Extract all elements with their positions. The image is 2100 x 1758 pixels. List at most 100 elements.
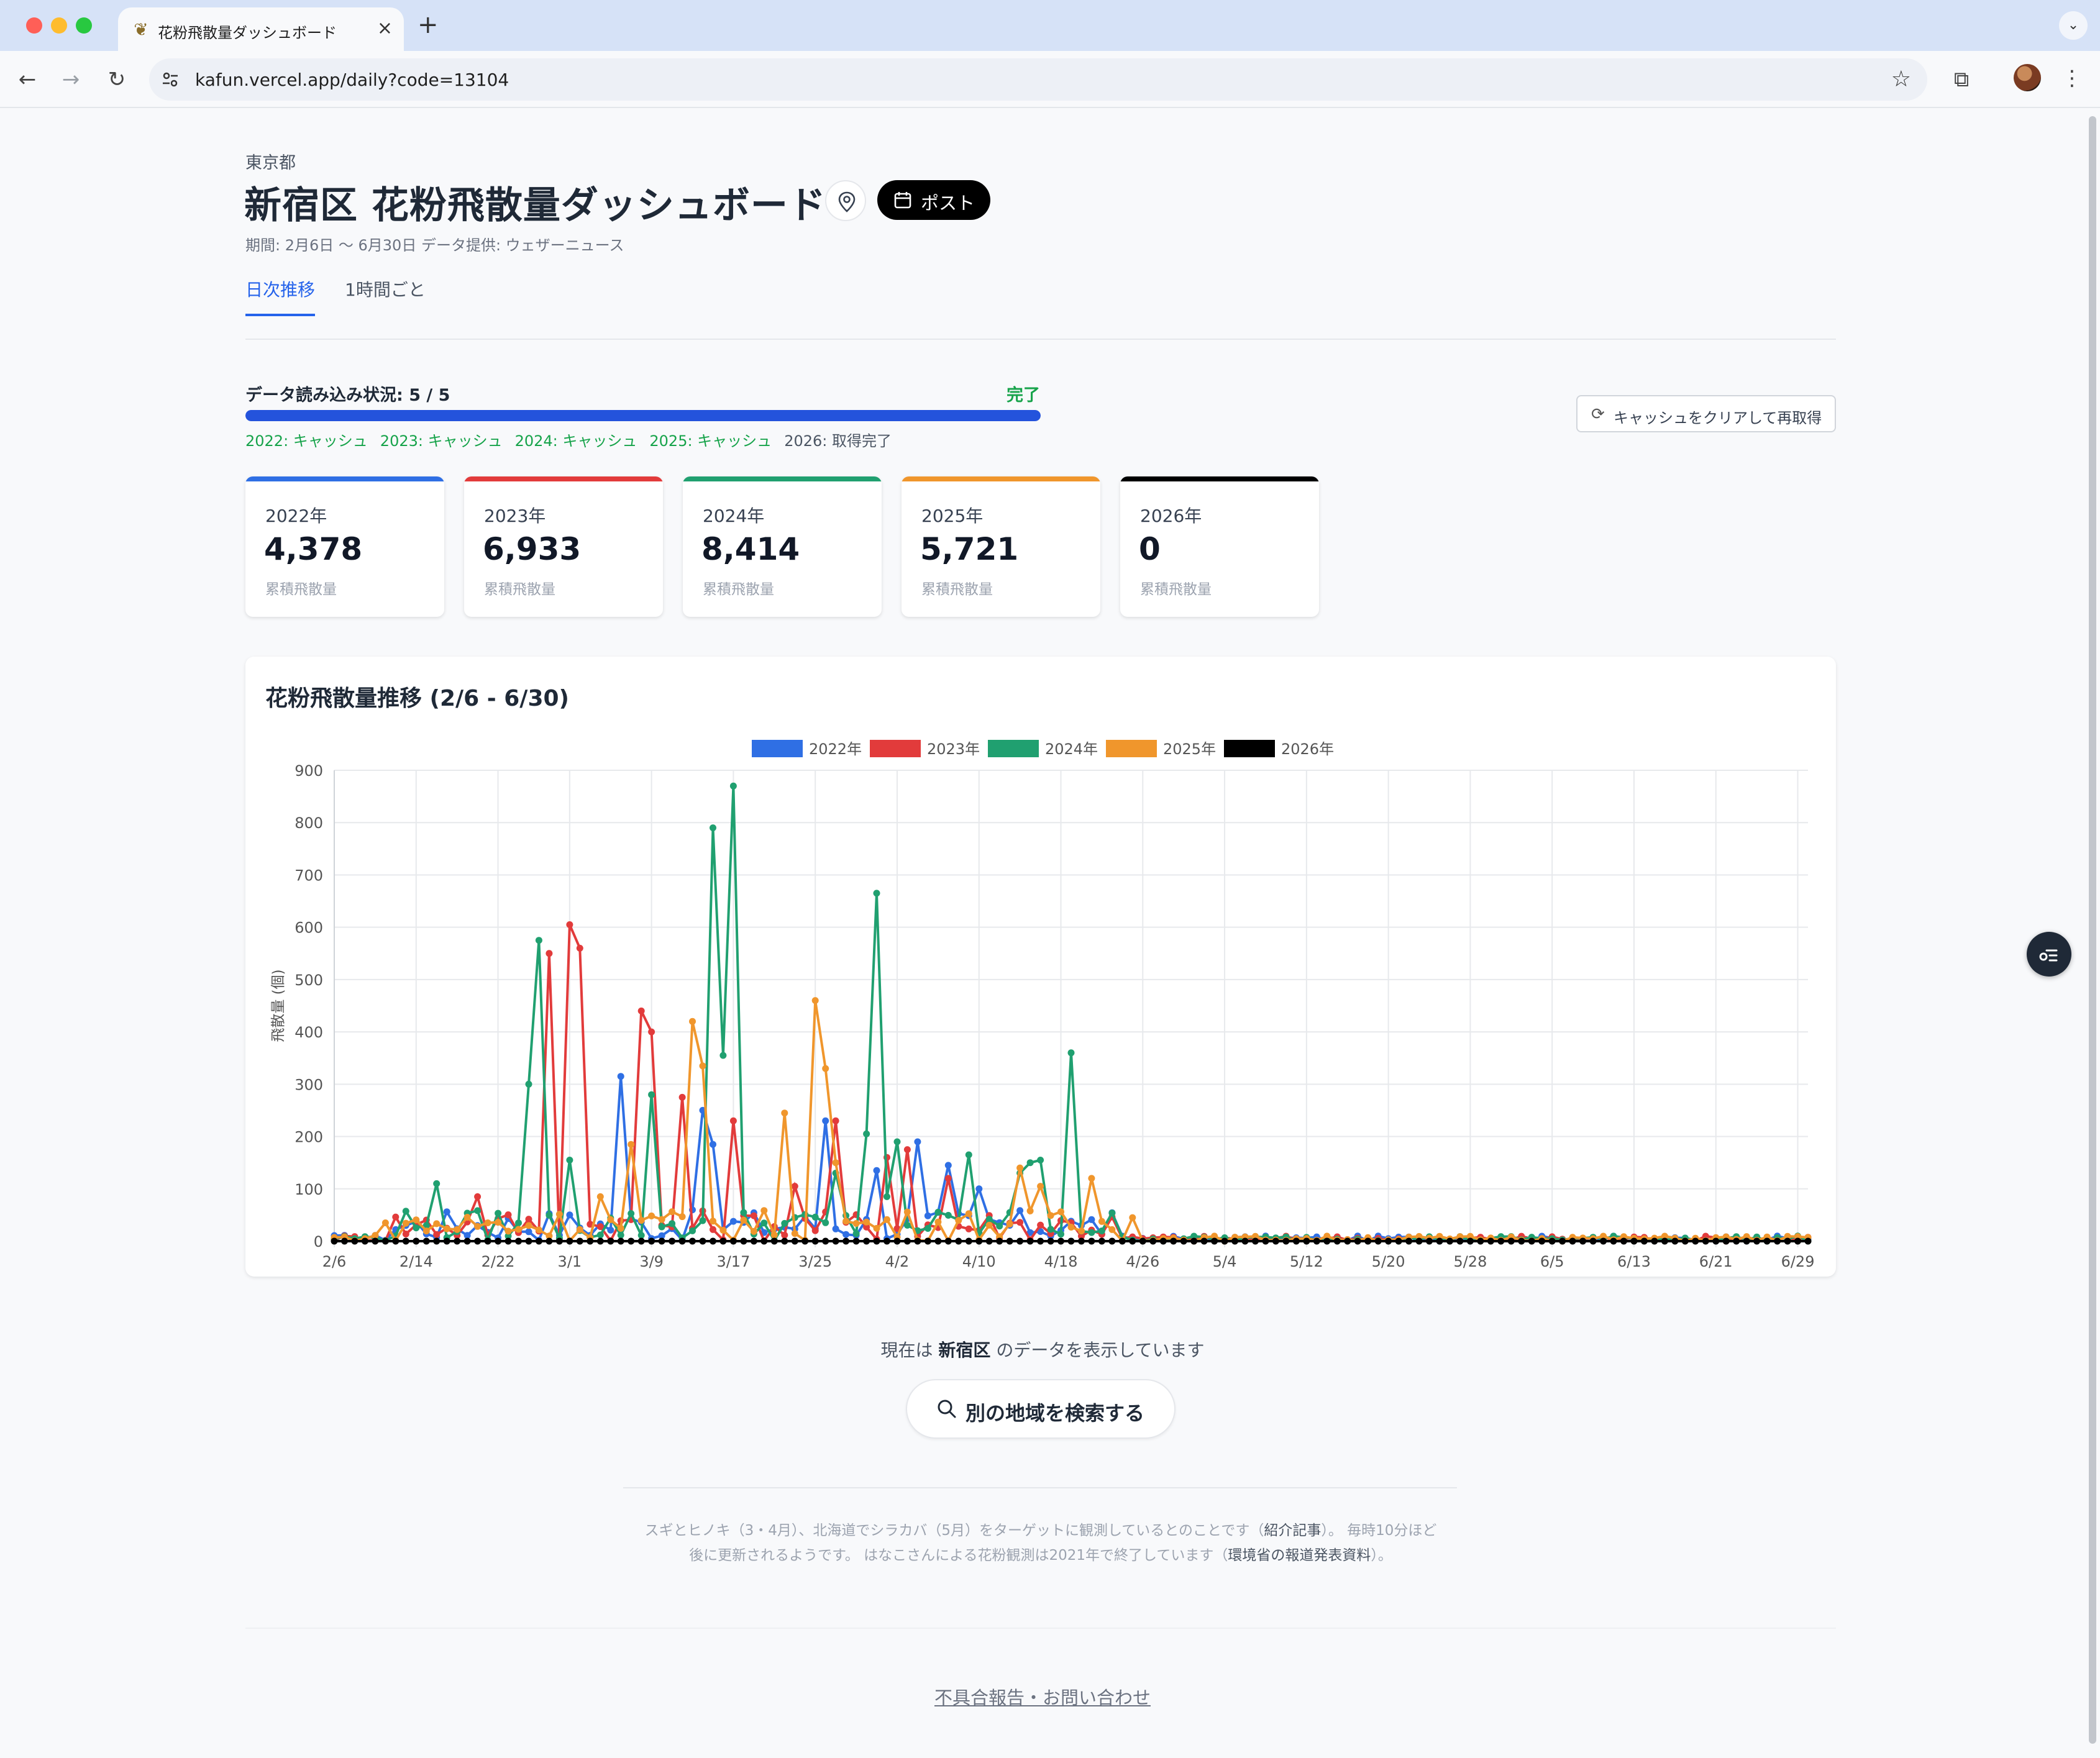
load-status-2024: 2024: キャッシュ [514,432,637,450]
data-point [1722,1237,1730,1245]
data-point [1282,1237,1290,1245]
data-point [607,1226,614,1234]
new-tab-button[interactable]: + [418,11,439,39]
data-point [965,1151,972,1159]
data-point [710,1226,716,1233]
data-point [883,1237,890,1245]
data-point [1466,1237,1474,1245]
data-point [1651,1237,1658,1245]
card-value: 8,414 [701,531,800,567]
card-accent-bar [245,476,444,481]
data-point [822,1237,829,1245]
close-icon[interactable]: × [377,17,393,40]
location-button[interactable] [825,180,866,221]
data-point [975,1185,983,1193]
data-point [822,1219,829,1226]
intro-article-link[interactable]: 紹介記事 [1264,1523,1321,1539]
tab-daily[interactable]: 日次推移 [245,276,316,316]
address-bar[interactable]: kafun.vercel.app/daily?code=13104 ☆ [149,58,1927,101]
data-point [883,1193,890,1200]
extensions-puzzle-icon[interactable]: ⧉ [1948,66,1975,93]
y-tick-label: 0 [314,1233,323,1250]
search-button-label: 別の地域を検索する [966,1401,1145,1425]
current-suffix: のデータを表示しています [990,1340,1205,1360]
data-point [648,1237,655,1245]
forward-arrow-icon[interactable]: → [57,66,84,93]
reload-icon[interactable]: ↻ [103,66,130,93]
data-point [710,1141,716,1148]
browser-toolbar: ← → ↻ kafun.vercel.app/daily?code=13104 … [0,51,2100,108]
card-accent-bar [902,476,1100,481]
card-accent-bar [464,476,663,481]
window-close-button[interactable] [26,17,42,34]
data-point [566,921,573,928]
data-point [1477,1237,1484,1245]
x-tick-label: 2/14 [399,1253,433,1270]
back-arrow-icon[interactable]: ← [14,66,41,93]
data-point [1006,1237,1013,1245]
data-point [422,1227,430,1235]
data-point [944,1175,952,1182]
view-tabs: 日次推移 1時間ごと [245,276,1836,340]
data-point [811,997,819,1004]
x-tick-label: 6/5 [1540,1253,1564,1270]
data-point [719,1052,727,1059]
data-point [903,1221,911,1229]
site-settings-icon[interactable] [160,70,180,89]
page-scrollbar[interactable] [2085,109,2100,1758]
data-point [873,890,880,897]
data-point [402,1219,409,1227]
search-other-area-button[interactable]: 別の地域を検索する [906,1379,1176,1439]
data-point [596,1231,604,1239]
data-point [791,1183,798,1190]
data-point [965,1210,972,1218]
tab-hourly[interactable]: 1時間ごと [345,276,426,301]
card-subtitle: 累積飛散量 [1140,581,1212,598]
data-point [1640,1237,1648,1245]
data-point [863,1130,870,1137]
menu-kebab-icon[interactable]: ⋮ [2061,65,2083,92]
data-point [658,1216,665,1223]
chevron-down-icon[interactable]: ⌄ [2059,11,2088,40]
profile-avatar[interactable] [2014,64,2041,91]
leaf-favicon-icon: ❦ [134,19,148,40]
post-button-label: ポスト [921,193,975,214]
data-point [934,1208,942,1216]
data-point [1006,1220,1013,1227]
prefecture-label: 東京都 [245,153,296,173]
card-accent-bar [1120,476,1319,481]
data-point [1681,1237,1689,1245]
legend-label: 2022年 [809,740,862,758]
scroll-thumb[interactable] [2089,116,2096,1744]
pollen-line-chart[interactable]: 0 100 200 300 400 500 600 700 800 900 2/6 2/14 2/22 3… [245,657,1836,1277]
data-point [402,1237,409,1245]
data-point [965,1225,972,1232]
data-point [495,1237,502,1245]
data-point [628,1210,635,1217]
data-point [1200,1237,1208,1245]
data-point [1098,1237,1105,1245]
data-point [637,1232,645,1239]
y-tick-label: 500 [294,972,323,989]
data-point [596,1237,604,1245]
data-point [1774,1237,1781,1245]
data-point [842,1218,850,1225]
post-button[interactable]: ポスト [877,180,990,220]
clear-cache-button[interactable]: ⟳ キャッシュをクリアして再取得 [1576,395,1836,432]
floating-menu-button[interactable] [2027,932,2071,977]
data-point [1057,1237,1064,1245]
press-release-link[interactable]: 環境省の報道発表資料 [1228,1547,1371,1564]
data-point [914,1237,921,1245]
list-settings-icon [2039,949,2058,962]
data-point [495,1209,502,1217]
window-minimize-button[interactable] [51,17,67,34]
report-contact-link[interactable]: 不具合報告・お問い合わせ [0,1683,2085,1710]
data-point [852,1237,860,1245]
data-point [515,1226,522,1233]
data-point [1794,1237,1801,1245]
data-point [710,1237,716,1245]
data-point [1702,1237,1709,1245]
browser-tab[interactable]: ❦ 花粉飛散量ダッシュボード × [118,7,404,51]
window-zoom-button[interactable] [76,17,92,34]
bookmark-star-icon[interactable]: ☆ [1891,65,1911,94]
